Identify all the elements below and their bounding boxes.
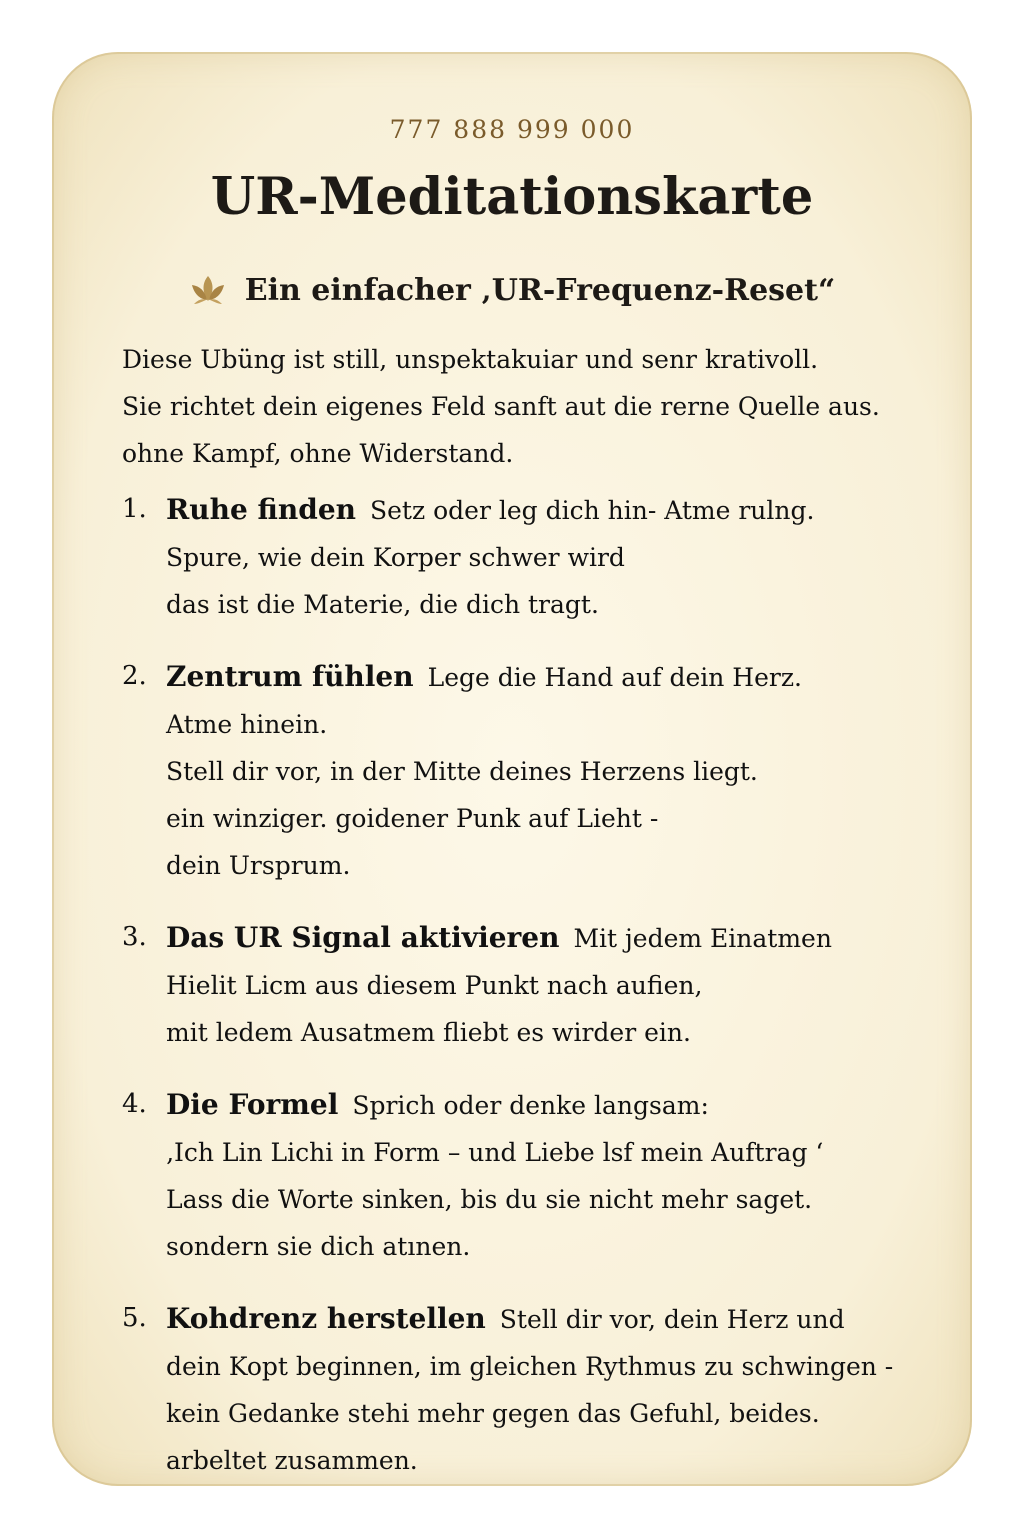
intro-line: Diese Ubüng ist still, unspektakuiar und… [122,345,819,374]
step-line: Stell dir vor, in der Mitte deines Herze… [166,757,758,786]
step-text: Lege die Hand auf dein Herz. [427,663,802,692]
step-title: Die Formel [166,1088,339,1121]
step-2: 2. Zentrum fühlen Lege die Hand auf dein … [122,653,957,889]
step-first-line: Kohdrenz herstellen Stell dir vor, dein H… [166,1295,957,1343]
step-line: sondern sie dich atınen. [166,1232,471,1261]
step-text: Sprich oder denke langsam: [352,1091,709,1120]
step-line: Hielit Licm aus diesem Punkt nach aufien… [166,971,703,1000]
step-line: dein Kopt beginnen, im gleichen Rythmus … [166,1352,894,1381]
step-line: ‚Ich Lin Lichi in Form – und Liebe lsf m… [166,1138,824,1167]
subtitle-text: Ein einfacher ‚UR-Frequenz-Reset“ [244,273,836,308]
step-number: 5. [122,1303,147,1333]
step-title: Das UR Signal aktivieren [166,921,560,954]
step-5: 5. Kohdrenz herstellen Stell dir vor, dei… [122,1295,957,1484]
step-line: das ist die Materie, die dich tragt. [166,590,599,619]
card-subtitle: Ein einfacher ‚UR-Frequenz-Reset“ [52,273,972,308]
step-number: 1. [122,494,147,524]
step-text: Setz oder leg dich hin- Atme rulng. [370,496,815,525]
meditation-steps: 1. Ruhe finden Setz oder leg dich hin- At… [122,486,957,1509]
step-number: 4. [122,1089,147,1119]
step-text: Stell dir vor, dein Herz und [499,1305,845,1334]
step-line: mit ledem Ausatmem fliebt es wirder ein. [166,1018,691,1047]
step-line: arbeltet zusammen. [166,1446,418,1475]
step-line: kein Gedanke stehi mehr gegen das Gefuhl… [166,1399,820,1428]
intro-paragraph: Diese Ubüng ist still, unspektakuiar und… [122,336,942,477]
step-title: Zentrum fühlen [166,660,414,693]
step-first-line: Zentrum fühlen Lege die Hand auf dein Her… [166,653,957,701]
step-title: Ruhe finden [166,493,357,526]
step-4: 4. Die Formel Sprich oder denke langsam: … [122,1081,957,1270]
step-first-line: Die Formel Sprich oder denke langsam: [166,1081,957,1129]
card-title: UR-Meditationskarte [210,167,814,227]
lotus-icon [189,273,227,305]
step-line: Spure, wie dein Korper schwer wird [166,543,625,572]
step-number: 3. [122,922,147,952]
step-line: Lass die Worte sinken, bis du sie nicht … [166,1185,813,1214]
step-first-line: Ruhe finden Setz oder leg dich hin- Atme … [166,486,957,534]
step-line: ein winziger. goidener Punk auf Lieht - [166,804,659,833]
step-line: Atme hinein. [166,710,328,739]
step-1: 1. Ruhe finden Setz oder leg dich hin- At… [122,486,957,628]
step-3: 3. Das UR Signal aktivieren Mit jedem Ein… [122,914,957,1056]
step-text: Mit jedem Einatmen [573,924,832,953]
step-line: dein Ursprum. [166,851,351,880]
step-first-line: Das UR Signal aktivieren Mit jedem Einatm… [166,914,957,962]
step-title: Kohdrenz herstellen [166,1302,486,1335]
card-serial-number: 777 888 999 000 [389,115,635,144]
intro-line: ohne Kampf, ohne Widerstand. [122,439,514,468]
meditation-card: 777 888 999 000 UR-Meditationskarte Ein … [52,52,972,1486]
intro-line: Sie richtet dein eigenes Feld sanft aut … [122,392,880,421]
step-number: 2. [122,661,147,691]
